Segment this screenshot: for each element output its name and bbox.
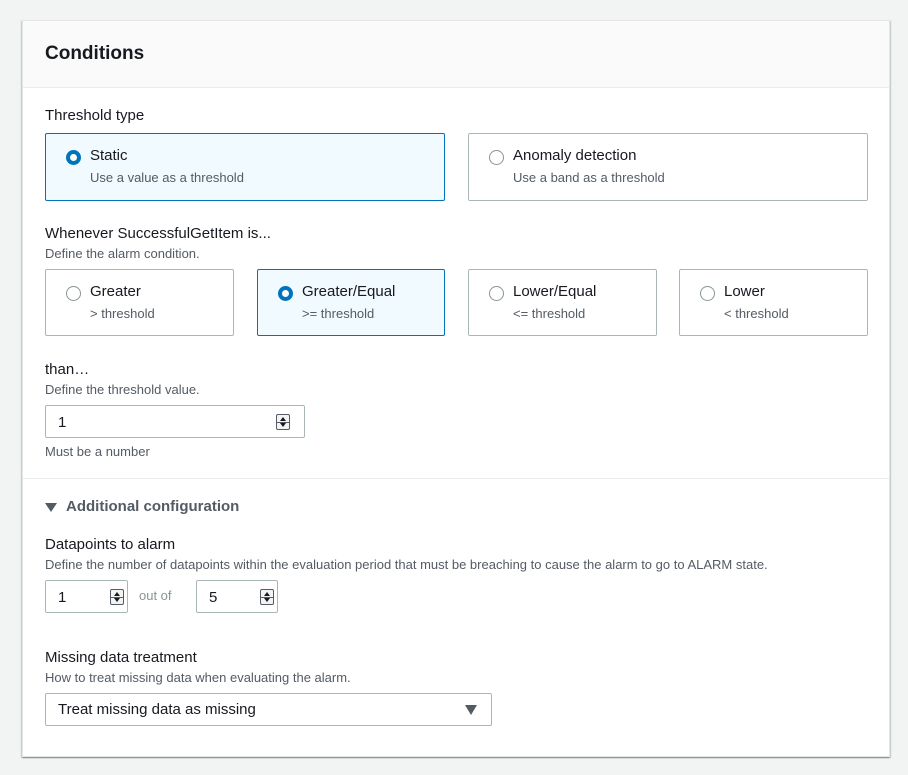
tile-title: Greater/Equal	[302, 283, 396, 300]
condition-desc: Define the alarm condition.	[45, 246, 200, 261]
threshold-hint: Must be a number	[45, 444, 150, 459]
condition-greater[interactable]: Greater > threshold	[45, 269, 234, 336]
evaluation-period-input[interactable]: 5	[196, 580, 278, 613]
radio-static[interactable]	[66, 150, 81, 165]
missing-data-selected: Treat missing data as missing	[58, 701, 256, 718]
datapoints-value: 1	[58, 589, 67, 606]
missing-data-select[interactable]: Treat missing data as missing	[45, 693, 492, 726]
missing-data-desc: How to treat missing data when evaluatin…	[45, 670, 351, 685]
tile-title: Lower/Equal	[513, 283, 597, 300]
conditions-panel: Conditions Threshold type Static Use a v…	[22, 20, 890, 757]
radio-lower-equal[interactable]	[489, 286, 504, 301]
radio-greater-equal[interactable]	[278, 286, 293, 301]
tile-desc: Use a value as a threshold	[90, 170, 244, 185]
threshold-value: 1	[58, 414, 67, 431]
threshold-spinner-icon[interactable]	[276, 414, 290, 430]
tile-title: Anomaly detection	[513, 147, 637, 164]
evaluation-period-value: 5	[209, 589, 218, 606]
tile-desc: >= threshold	[302, 306, 375, 321]
datapoints-desc: Define the number of datapoints within t…	[45, 557, 768, 572]
threshold-type-label: Threshold type	[45, 107, 145, 124]
period-spinner-icon[interactable]	[260, 589, 274, 605]
additional-configuration-toggle[interactable]: Additional configuration	[45, 498, 265, 518]
threshold-type-static[interactable]: Static Use a value as a threshold	[45, 133, 445, 201]
radio-lower[interactable]	[700, 286, 715, 301]
tile-desc: < threshold	[724, 306, 789, 321]
tile-title: Greater	[90, 283, 141, 300]
tile-desc: <= threshold	[513, 306, 586, 321]
threshold-type-anomaly-detection[interactable]: Anomaly detection Use a band as a thresh…	[468, 133, 868, 201]
condition-lower[interactable]: Lower < threshold	[679, 269, 868, 336]
panel-title: Conditions	[45, 43, 145, 64]
condition-greater-equal[interactable]: Greater/Equal >= threshold	[257, 269, 445, 336]
tile-title: Static	[90, 147, 128, 164]
missing-data-label: Missing data treatment	[45, 649, 197, 666]
threshold-label: than…	[45, 361, 90, 378]
radio-anomaly-detection[interactable]	[489, 150, 504, 165]
tile-desc: Use a band as a threshold	[513, 170, 665, 185]
radio-greater[interactable]	[66, 286, 81, 301]
threshold-desc: Define the threshold value.	[45, 382, 200, 397]
section-divider	[23, 478, 889, 479]
additional-configuration-label: Additional configuration	[66, 498, 240, 515]
caret-down-icon	[45, 503, 57, 512]
threshold-value-input[interactable]: 1	[45, 405, 305, 438]
datapoints-spinner-icon[interactable]	[110, 589, 124, 605]
panel-header: Conditions	[23, 21, 889, 88]
condition-lower-equal[interactable]: Lower/Equal <= threshold	[468, 269, 657, 336]
condition-label: Whenever SuccessfulGetItem is...	[45, 225, 271, 242]
dropdown-arrow-icon	[465, 705, 477, 715]
datapoints-label: Datapoints to alarm	[45, 536, 176, 553]
datapoints-input[interactable]: 1	[45, 580, 128, 613]
tile-title: Lower	[724, 283, 765, 300]
out-of-label: out of	[139, 588, 172, 603]
tile-desc: > threshold	[90, 306, 155, 321]
